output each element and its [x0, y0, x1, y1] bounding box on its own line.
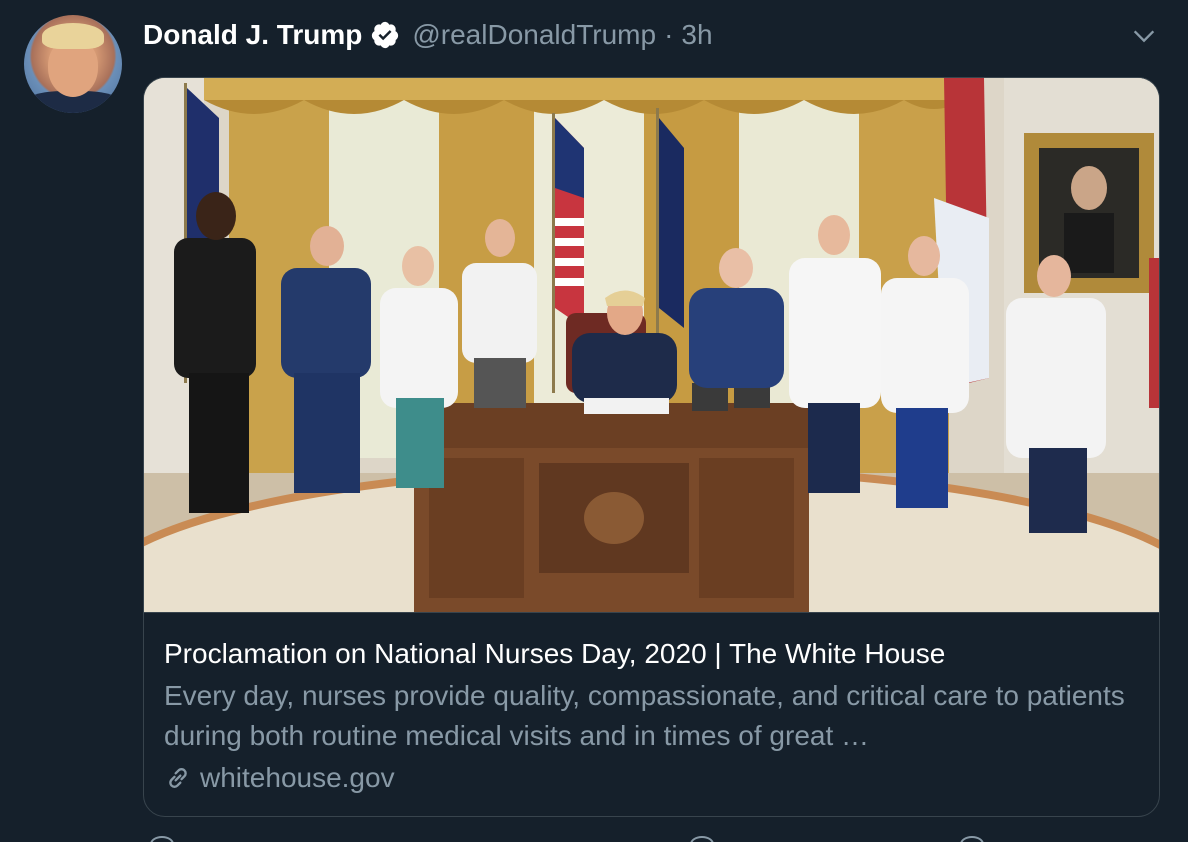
card-domain[interactable]: whitehouse.gov	[200, 758, 395, 798]
avatar-hair	[42, 23, 104, 49]
tweet[interactable]: Donald J. Trump @realDonaldTrump · 3h Pr…	[0, 0, 1188, 842]
card-text[interactable]: Proclamation on National Nurses Day, 202…	[164, 634, 1144, 798]
author-name[interactable]: Donald J. Trump	[143, 19, 362, 51]
verified-badge-icon	[372, 21, 399, 49]
tweet-header: Donald J. Trump @realDonaldTrump · 3h	[143, 14, 713, 56]
avatar[interactable]	[24, 15, 122, 113]
chevron-down-icon[interactable]	[1130, 22, 1158, 50]
tweet-timestamp[interactable]: 3h	[681, 19, 712, 51]
link-card[interactable]: Proclamation on National Nurses Day, 202…	[143, 77, 1160, 817]
card-image[interactable]	[144, 78, 1159, 613]
card-title[interactable]: Proclamation on National Nurses Day, 202…	[164, 634, 1144, 674]
separator-dot: ·	[664, 19, 674, 50]
reply-icon[interactable]	[150, 836, 174, 842]
card-description: Every day, nurses provide quality, compa…	[164, 680, 1125, 751]
oval-office-photo	[144, 78, 1159, 612]
share-icon[interactable]	[960, 836, 984, 842]
author-handle[interactable]: @realDonaldTrump	[412, 19, 656, 51]
link-icon	[169, 768, 187, 788]
card-link[interactable]: whitehouse.gov	[164, 758, 1144, 798]
like-icon[interactable]	[690, 836, 714, 842]
